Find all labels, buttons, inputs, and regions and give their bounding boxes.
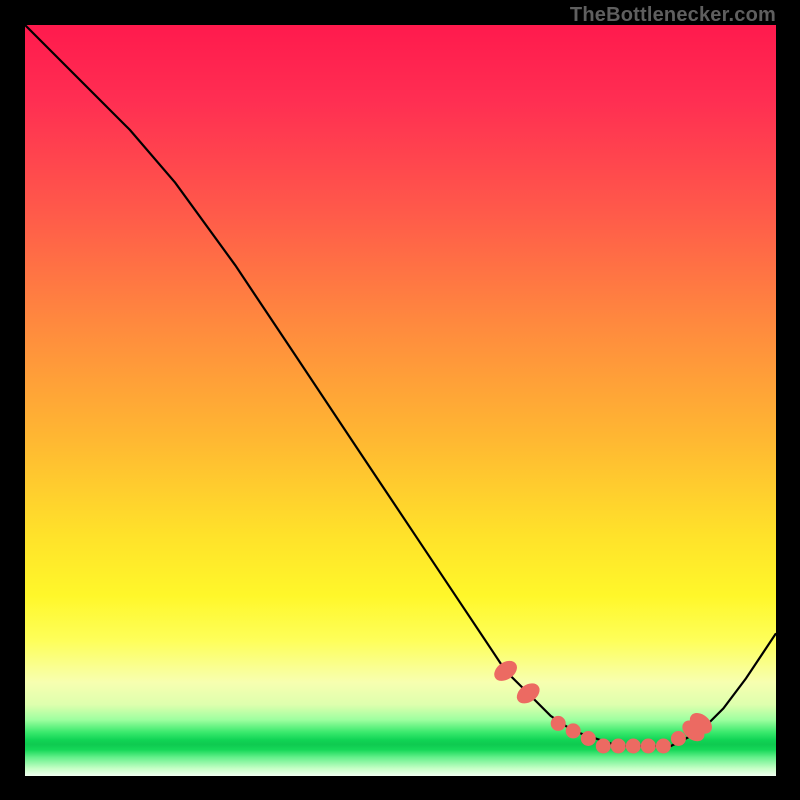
curve-marker [671, 732, 685, 746]
curve-marker [566, 724, 580, 738]
curve-marker [611, 739, 625, 753]
curve-marker [581, 732, 595, 746]
bottleneck-curve [25, 25, 776, 746]
curve-marker [641, 739, 655, 753]
chart-frame: TheBottlenecker.com [0, 0, 800, 800]
curve-marker [656, 739, 670, 753]
plot-area [25, 25, 776, 776]
marker-group [491, 657, 715, 753]
curve-marker [596, 739, 610, 753]
curve-marker [626, 739, 640, 753]
curve-marker [551, 716, 565, 730]
attribution-label: TheBottlenecker.com [570, 4, 776, 27]
curve-layer [25, 25, 776, 776]
